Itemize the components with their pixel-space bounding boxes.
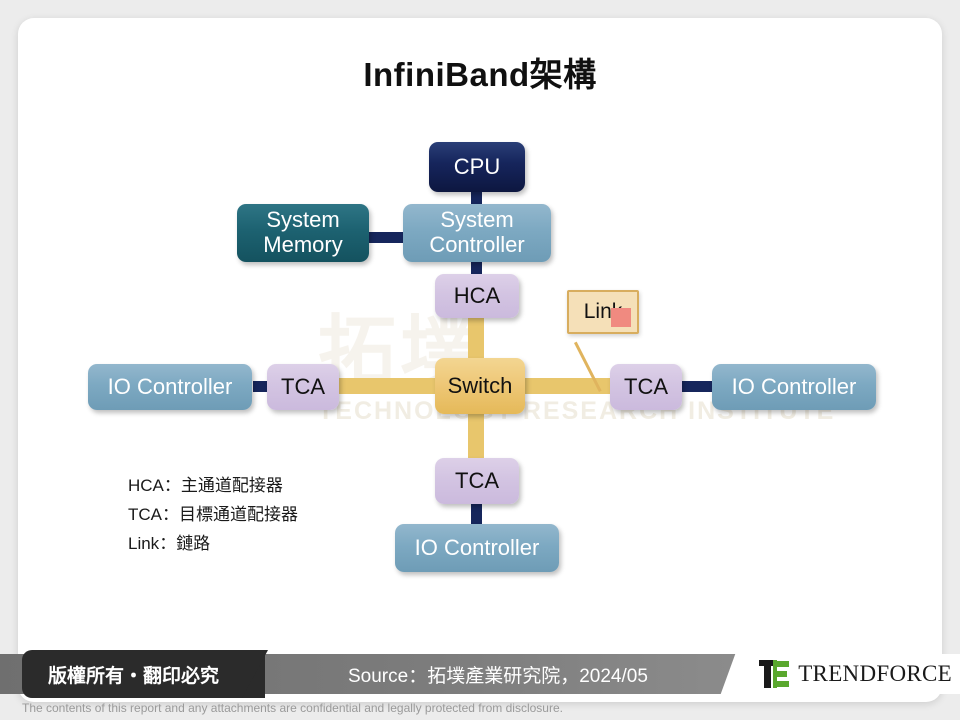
node-link-callout[interactable]: Link [567, 290, 639, 334]
copyright-badge: 版權所有・翻印必究 [22, 650, 266, 698]
node-hca[interactable]: HCA [435, 274, 519, 318]
node-tca-left[interactable]: TCA [267, 364, 339, 410]
node-tca-left-label: TCA [281, 373, 325, 399]
legend-item-link-value: 鏈路 [176, 534, 211, 553]
legend-item-tca-separator: ： [162, 505, 179, 524]
link-color-swatch [611, 308, 631, 327]
node-tca-right[interactable]: TCA [610, 364, 682, 410]
copyright-badge-tail [242, 650, 268, 698]
node-io-controller-right-label: IO Controller [731, 373, 857, 399]
infiniband-architecture-diagram: CPU System Memory System Controller HCA … [18, 18, 942, 702]
node-io-controller-bottom-label: IO Controller [414, 534, 540, 560]
node-tca-bottom[interactable]: TCA [435, 458, 519, 504]
node-system-controller-label: System Controller [429, 207, 525, 257]
footer: 版權所有・翻印必究 Source：拓墣產業研究院，2024/05 TRENDFO… [0, 650, 960, 720]
node-system-memory[interactable]: System Memory [237, 204, 369, 262]
node-io-controller-left-label: IO Controller [107, 373, 233, 399]
node-hca-label: HCA [453, 282, 501, 308]
source-text: Source：拓墣產業研究院，2024/05 [348, 665, 648, 687]
node-system-controller[interactable]: System Controller [403, 204, 551, 262]
legend-item-link-separator: ： [159, 534, 177, 553]
connector-system-memory-to-system-controller [366, 232, 406, 243]
legend-item-hca-separator: ： [163, 476, 181, 495]
legend-item-hca-value: 主通道配接器 [180, 476, 283, 495]
legend-item-tca: TCA：目標通道配接器 [128, 500, 298, 529]
node-switch[interactable]: Switch [435, 358, 525, 414]
node-cpu[interactable]: CPU [429, 142, 525, 192]
legend-item-hca: HCA：主通道配接器 [128, 471, 298, 500]
legend-item-link-key: Link [128, 534, 160, 553]
node-io-controller-left[interactable]: IO Controller [88, 364, 252, 410]
node-io-controller-right[interactable]: IO Controller [712, 364, 876, 410]
node-tca-bottom-label: TCA [455, 467, 499, 493]
trendforce-logo: TRENDFORCE [759, 658, 952, 690]
disclaimer-text: The contents of this report and any atta… [22, 701, 563, 715]
node-switch-label: Switch [447, 372, 513, 398]
legend-item-tca-key: TCA [128, 505, 162, 524]
legend-item-tca-value: 目標通道配接器 [179, 505, 298, 524]
legend: HCA：主通道配接器 TCA：目標通道配接器 Link：鏈路 [128, 471, 298, 558]
node-tca-right-label: TCA [624, 373, 668, 399]
legend-item-hca-key: HCA [128, 476, 164, 495]
node-cpu-label: CPU [453, 153, 501, 179]
node-system-memory-label: System Memory [263, 207, 343, 257]
trendforce-wordmark: TRENDFORCE [798, 661, 952, 686]
slide-card: InfiniBand架構 拓墣 TECHNOLOGY RESEARCH INST… [18, 18, 942, 702]
node-io-controller-bottom[interactable]: IO Controller [395, 524, 559, 572]
trendforce-mark-icon [759, 660, 791, 688]
legend-item-link: Link：鏈路 [128, 529, 298, 558]
